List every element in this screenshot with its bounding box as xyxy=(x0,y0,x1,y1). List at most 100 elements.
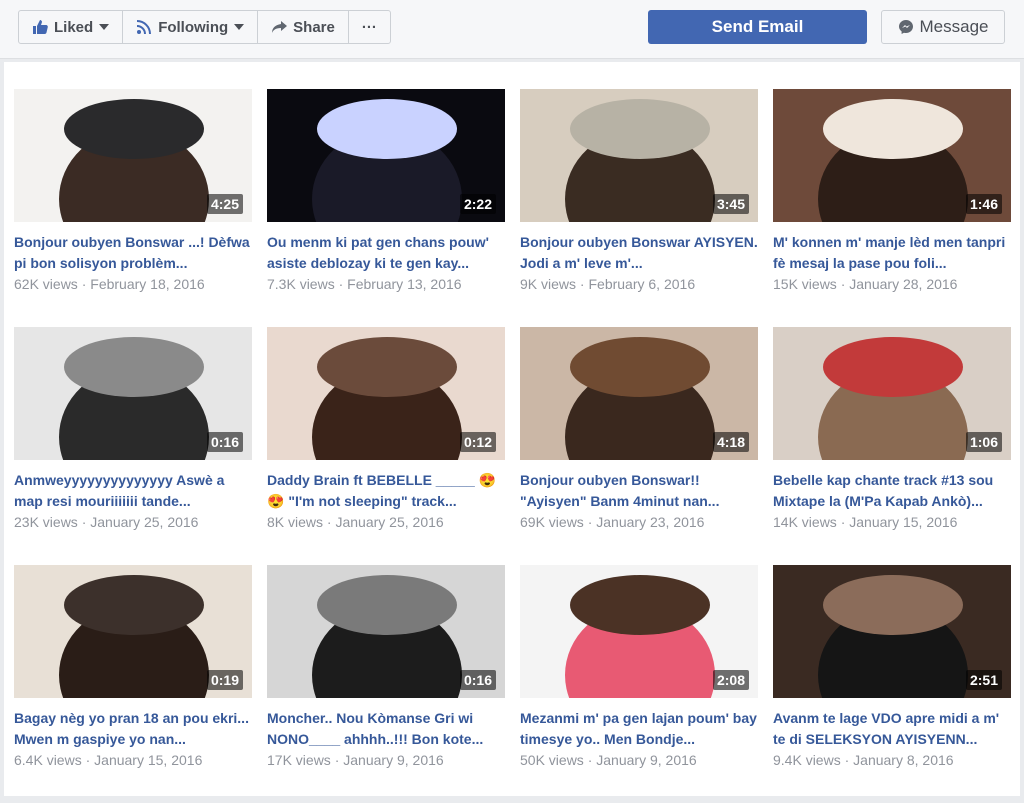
video-thumbnail[interactable]: 1:46 xyxy=(773,89,1011,222)
meta-separator: · xyxy=(81,514,91,530)
chevron-down-icon xyxy=(234,24,245,30)
video-title-link[interactable]: Bebelle kap chante track #13 sou Mixtape… xyxy=(773,470,1011,512)
video-views: 7.3K views xyxy=(267,276,335,292)
meta-separator: · xyxy=(85,752,95,768)
video-meta: 9K views · February 6, 2016 xyxy=(520,274,758,294)
video-date: February 6, 2016 xyxy=(588,276,696,292)
video-views: 50K views xyxy=(520,752,584,768)
video-card[interactable]: 2:22 Ou menm ki pat gen chans pouw' asis… xyxy=(267,89,505,327)
video-views: 14K views xyxy=(773,514,837,530)
video-thumbnail[interactable]: 0:16 xyxy=(267,565,505,698)
video-card[interactable]: 3:45 Bonjour oubyen Bonswar AYISYEN. Jod… xyxy=(520,89,758,327)
video-views: 9.4K views xyxy=(773,752,841,768)
video-views: 8K views xyxy=(267,514,324,530)
send-email-label: Send Email xyxy=(711,17,804,36)
video-duration: 4:18 xyxy=(712,432,749,452)
video-card[interactable]: 2:08 Mezanmi m' pa gen lajan poum' bay t… xyxy=(520,565,758,803)
meta-separator: · xyxy=(338,276,348,292)
thumbs-up-icon xyxy=(32,19,48,35)
video-card[interactable]: 4:18 Bonjour oubyen Bonswar!! "Ayisyen" … xyxy=(520,327,758,565)
video-thumbnail[interactable]: 0:16 xyxy=(14,327,252,460)
share-button[interactable]: Share xyxy=(258,11,349,43)
video-meta: 17K views · January 9, 2016 xyxy=(267,750,505,770)
message-button[interactable]: Message xyxy=(881,10,1005,44)
page-action-bar: Liked Following Share ··· Send Email Mes… xyxy=(0,0,1024,59)
video-date: January 15, 2016 xyxy=(94,752,203,768)
video-date: February 18, 2016 xyxy=(90,276,205,292)
video-thumbnail[interactable]: 3:45 xyxy=(520,89,758,222)
video-duration: 2:51 xyxy=(965,670,1002,690)
video-meta: 8K views · January 25, 2016 xyxy=(267,512,505,532)
video-card[interactable]: 0:19 Bagay nèg yo pran 18 an pou ekri...… xyxy=(14,565,252,803)
video-grid: 4:25 Bonjour oubyen Bonswar ...! Dèfwa p… xyxy=(14,89,1011,803)
video-duration: 0:16 xyxy=(206,432,243,452)
video-title-link[interactable]: Bagay nèg yo pran 18 an pou ekri... Mwen… xyxy=(14,708,252,750)
video-meta: 14K views · January 15, 2016 xyxy=(773,512,1011,532)
video-card[interactable]: 0:16 Moncher.. Nou Kòmanse Gri wi NONO__… xyxy=(267,565,505,803)
video-meta: 50K views · January 9, 2016 xyxy=(520,750,758,770)
video-title-link[interactable]: Avanm te lage VDO apre midi a m' te di S… xyxy=(773,708,1011,750)
video-views: 23K views xyxy=(14,514,78,530)
video-thumbnail[interactable]: 0:19 xyxy=(14,565,252,698)
video-thumbnail[interactable]: 2:51 xyxy=(773,565,1011,698)
video-meta: 69K views · January 23, 2016 xyxy=(520,512,758,532)
meta-separator: · xyxy=(587,514,597,530)
more-options-button[interactable]: ··· xyxy=(349,11,390,43)
video-duration: 1:46 xyxy=(965,194,1002,214)
video-duration: 3:45 xyxy=(712,194,749,214)
video-date: January 25, 2016 xyxy=(90,514,199,530)
video-card[interactable]: 0:12 Daddy Brain ft BEBELLE _____ 😍😍 "I'… xyxy=(267,327,505,565)
video-meta: 23K views · January 25, 2016 xyxy=(14,512,252,532)
send-email-button[interactable]: Send Email xyxy=(648,10,867,44)
video-duration: 0:19 xyxy=(206,670,243,690)
video-duration: 4:25 xyxy=(206,194,243,214)
video-date: February 13, 2016 xyxy=(347,276,462,292)
video-title-link[interactable]: M' konnen m' manje lèd men tanpri fè mes… xyxy=(773,232,1011,274)
video-duration: 2:08 xyxy=(712,670,749,690)
more-icon: ··· xyxy=(361,18,377,36)
share-arrow-icon xyxy=(271,19,288,35)
message-label: Message xyxy=(919,17,989,36)
video-date: January 9, 2016 xyxy=(343,752,444,768)
video-title-link[interactable]: Daddy Brain ft BEBELLE _____ 😍😍 "I'm not… xyxy=(267,470,505,512)
video-card[interactable]: 1:46 M' konnen m' manje lèd men tanpri f… xyxy=(773,89,1011,327)
video-card[interactable]: 0:16 Anmweyyyyyyyyyyyyyy Aswè a map resi… xyxy=(14,327,252,565)
video-meta: 7.3K views · February 13, 2016 xyxy=(267,274,505,294)
meta-separator: · xyxy=(844,752,854,768)
video-date: January 9, 2016 xyxy=(596,752,697,768)
video-date: January 25, 2016 xyxy=(335,514,444,530)
video-thumbnail[interactable]: 4:25 xyxy=(14,89,252,222)
video-thumbnail[interactable]: 2:08 xyxy=(520,565,758,698)
video-thumbnail[interactable]: 0:12 xyxy=(267,327,505,460)
video-date: January 23, 2016 xyxy=(596,514,705,530)
video-meta: 62K views · February 18, 2016 xyxy=(14,274,252,294)
following-button[interactable]: Following xyxy=(123,11,259,43)
video-title-link[interactable]: Anmweyyyyyyyyyyyyyy Aswè a map resi mour… xyxy=(14,470,252,512)
video-title-link[interactable]: Moncher.. Nou Kòmanse Gri wi NONO____ ah… xyxy=(267,708,505,750)
video-thumbnail[interactable]: 4:18 xyxy=(520,327,758,460)
rss-icon xyxy=(136,19,152,35)
video-title-link[interactable]: Bonjour oubyen Bonswar ...! Dèfwa pi bon… xyxy=(14,232,252,274)
video-title-link[interactable]: Ou menm ki pat gen chans pouw' asiste de… xyxy=(267,232,505,274)
video-date: January 8, 2016 xyxy=(853,752,954,768)
messenger-icon xyxy=(898,19,914,35)
video-title-link[interactable]: Mezanmi m' pa gen lajan poum' bay timesy… xyxy=(520,708,758,750)
video-card[interactable]: 4:25 Bonjour oubyen Bonswar ...! Dèfwa p… xyxy=(14,89,252,327)
video-title-link[interactable]: Bonjour oubyen Bonswar AYISYEN. Jodi a m… xyxy=(520,232,758,274)
video-card[interactable]: 2:51 Avanm te lage VDO apre midi a m' te… xyxy=(773,565,1011,803)
video-views: 9K views xyxy=(520,276,577,292)
video-card[interactable]: 1:06 Bebelle kap chante track #13 sou Mi… xyxy=(773,327,1011,565)
video-title-link[interactable]: Bonjour oubyen Bonswar!! "Ayisyen" Banm … xyxy=(520,470,758,512)
share-label: Share xyxy=(293,18,335,36)
meta-separator: · xyxy=(840,514,850,530)
video-views: 62K views xyxy=(14,276,78,292)
video-thumbnail[interactable]: 2:22 xyxy=(267,89,505,222)
following-label: Following xyxy=(158,18,229,36)
video-views: 69K views xyxy=(520,514,584,530)
video-meta: 15K views · January 28, 2016 xyxy=(773,274,1011,294)
liked-button[interactable]: Liked xyxy=(19,11,124,43)
video-duration: 0:12 xyxy=(459,432,496,452)
video-duration: 0:16 xyxy=(459,670,496,690)
video-thumbnail[interactable]: 1:06 xyxy=(773,327,1011,460)
video-duration: 1:06 xyxy=(965,432,1002,452)
